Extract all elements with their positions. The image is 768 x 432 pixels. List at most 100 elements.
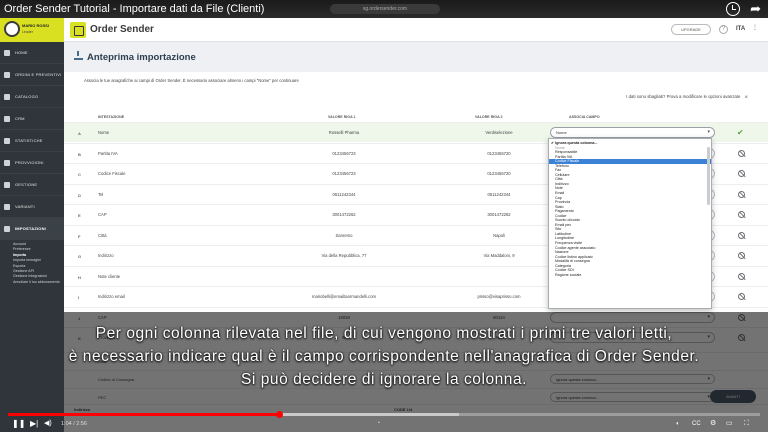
sidebar-item-label: STATISTICHE: [15, 138, 43, 143]
sidebar-item-home[interactable]: HOME: [0, 42, 64, 64]
next-icon[interactable]: ▶|: [30, 419, 38, 429]
ignore-icon[interactable]: [738, 190, 745, 198]
share-icon[interactable]: ➦: [750, 1, 761, 17]
col-header: VALORE RIGA 1: [328, 115, 356, 119]
ignore-icon[interactable]: [738, 170, 745, 177]
theater-icon[interactable]: ▭: [726, 419, 733, 429]
sidebar-item-catalogo[interactable]: CATALOGO: [0, 86, 64, 108]
cart-icon: [4, 71, 10, 78]
ignore-icon[interactable]: [738, 211, 745, 218]
row-value-2: 0511242344: [487, 191, 511, 197]
ignore-icon[interactable]: [738, 149, 745, 157]
panel-description: Associa le tue anagrafiche ai campi di O…: [84, 78, 299, 83]
ignore-icon[interactable]: [738, 252, 745, 259]
subnav-item[interactable]: Annullare il tuo abbonamento: [13, 280, 64, 285]
column-header-name: CAP: [98, 212, 107, 217]
sidebar-item-label: HOME: [15, 50, 28, 55]
autoplay-toggle-icon[interactable]: ◐: [676, 419, 680, 429]
ignore-icon[interactable]: [738, 231, 745, 239]
sidebar-item-statistiche[interactable]: STATISTICHE: [0, 130, 64, 152]
pause-icon[interactable]: ❚❚: [12, 419, 25, 429]
logo-icon: [70, 22, 86, 38]
help-icon[interactable]: ?: [719, 25, 728, 34]
gear-icon: [4, 181, 10, 188]
col-header: VALORE RIGA 2: [475, 115, 503, 119]
subtitle-line: Si può decidere di ignorare la colonna.: [241, 371, 527, 388]
sidebar-item-label: CATALOGO: [15, 94, 39, 99]
column-header-name: Città: [98, 232, 107, 238]
captions-icon[interactable]: CC: [692, 419, 701, 429]
subtitle-line: è necessario indicare qual è il campo co…: [68, 348, 700, 365]
col-header: INTESTAZIONE: [98, 115, 125, 119]
row-key: F: [78, 233, 81, 239]
row-key: G: [78, 254, 82, 259]
ignore-icon[interactable]: [738, 293, 745, 300]
row-value-2: 0123456720: [487, 150, 511, 156]
row-key: A: [78, 131, 81, 136]
sidebar-item-provvigioni[interactable]: PROVVIGIONI: [0, 152, 64, 174]
sidebar-item-label: PROVVIGIONI: [15, 160, 44, 165]
row-value-1: 0123456723: [332, 150, 356, 156]
field-dropdown-list[interactable]: ✔ Ignora questa colonna... Nome Responsabi…: [548, 138, 712, 309]
catalog-icon: [4, 93, 10, 100]
row-value-1: Rosselli Pharma: [328, 130, 360, 135]
row-key: H: [78, 274, 81, 280]
sidebar-item-label: IMPOSTAZIONI: [15, 226, 46, 231]
crm-icon: [4, 115, 10, 122]
dropdown-option[interactable]: Ragione sociale: [549, 273, 711, 278]
row-value-1: mariobelli@emailtaormandelli.com: [311, 294, 377, 299]
chapter-marker: •: [378, 420, 380, 426]
chevron-down-icon[interactable]: ⋮: [752, 24, 758, 31]
sidebar-item-impostazioni[interactable]: IMPOSTAZIONI: [0, 218, 64, 240]
row-value-1: 0511242344: [332, 191, 356, 197]
video-frame[interactable]: Order Sender Tutorial - Importare dati d…: [0, 0, 768, 432]
language-selector[interactable]: ITA: [736, 26, 745, 32]
column-header-name: Indirizzo: [98, 253, 114, 258]
home-icon: [4, 49, 10, 56]
row-value-2: Napoli: [493, 232, 505, 238]
row-key: B: [78, 151, 81, 157]
row-key: C: [78, 172, 81, 177]
volume-icon[interactable]: ◀): [44, 419, 52, 429]
gear-icon[interactable]: ⚙: [710, 419, 716, 429]
fullscreen-icon[interactable]: ⛶: [744, 419, 749, 429]
column-header-name: Nome: [98, 130, 110, 135]
column-header-name: Note cliente: [98, 273, 121, 279]
sidebar-item-label: VARIANTI: [15, 204, 35, 209]
settings-icon: [4, 225, 10, 232]
sidebar-item-label: GESTIONE: [15, 182, 38, 187]
row-value-1: 0123456723: [332, 171, 356, 176]
avatar: [4, 21, 20, 37]
column-header-name: Codice Fiscale: [98, 171, 126, 176]
app-header: Order Sender UPGRADE ? ITA ⋮: [64, 18, 768, 42]
sidebar-item-label: CRM: [15, 116, 25, 121]
row-value-2: Verdiselezione: [485, 130, 513, 135]
close-icon: ⨯: [744, 94, 748, 99]
column-header-name: Tel: [98, 191, 104, 197]
user-box[interactable]: MARIO ROSSI Leader: [0, 18, 64, 42]
field-select[interactable]: Nome: [550, 127, 715, 138]
check-icon: ✔: [737, 128, 744, 137]
sidebar-item-crm[interactable]: CRM: [0, 108, 64, 130]
watch-later-icon[interactable]: [726, 2, 740, 16]
upgrade-button[interactable]: UPGRADE: [671, 24, 711, 35]
table-header: INTESTAZIONE VALORE RIGA 1 VALORE RIGA 2…: [64, 112, 768, 122]
row-value-1: 3001472262: [332, 212, 356, 217]
advanced-options-hint[interactable]: I dati sono sbagliati? Prova a modificar…: [626, 94, 748, 100]
sidebar-item-ordini-e-preventivi[interactable]: ORDINI E PREVENTIVI: [0, 64, 64, 86]
settings-subnav: Account Preferenze Importa Importa Immagini…: [0, 240, 64, 287]
sidebar-item-varianti[interactable]: VARIANTI: [0, 196, 64, 218]
time-display: 1:04 / 2:56: [61, 421, 87, 427]
download-icon: [74, 51, 83, 60]
subtitle-line: Per ogni colonna rilevata nel file, di c…: [95, 325, 673, 342]
dropdown-scrollbar[interactable]: [707, 147, 710, 205]
row-key: E: [78, 213, 81, 218]
video-title[interactable]: Order Sender Tutorial - Importare dati d…: [0, 3, 264, 15]
ignore-icon[interactable]: [738, 272, 745, 280]
dollar-icon: [4, 159, 10, 166]
sidebar-item-gestione[interactable]: GESTIONE: [0, 174, 64, 196]
user-role: Leader: [22, 30, 33, 34]
chart-icon: [4, 137, 10, 144]
video-title-bar: Order Sender Tutorial - Importare dati d…: [0, 0, 768, 18]
row-value-2: 0123456720: [487, 171, 511, 176]
